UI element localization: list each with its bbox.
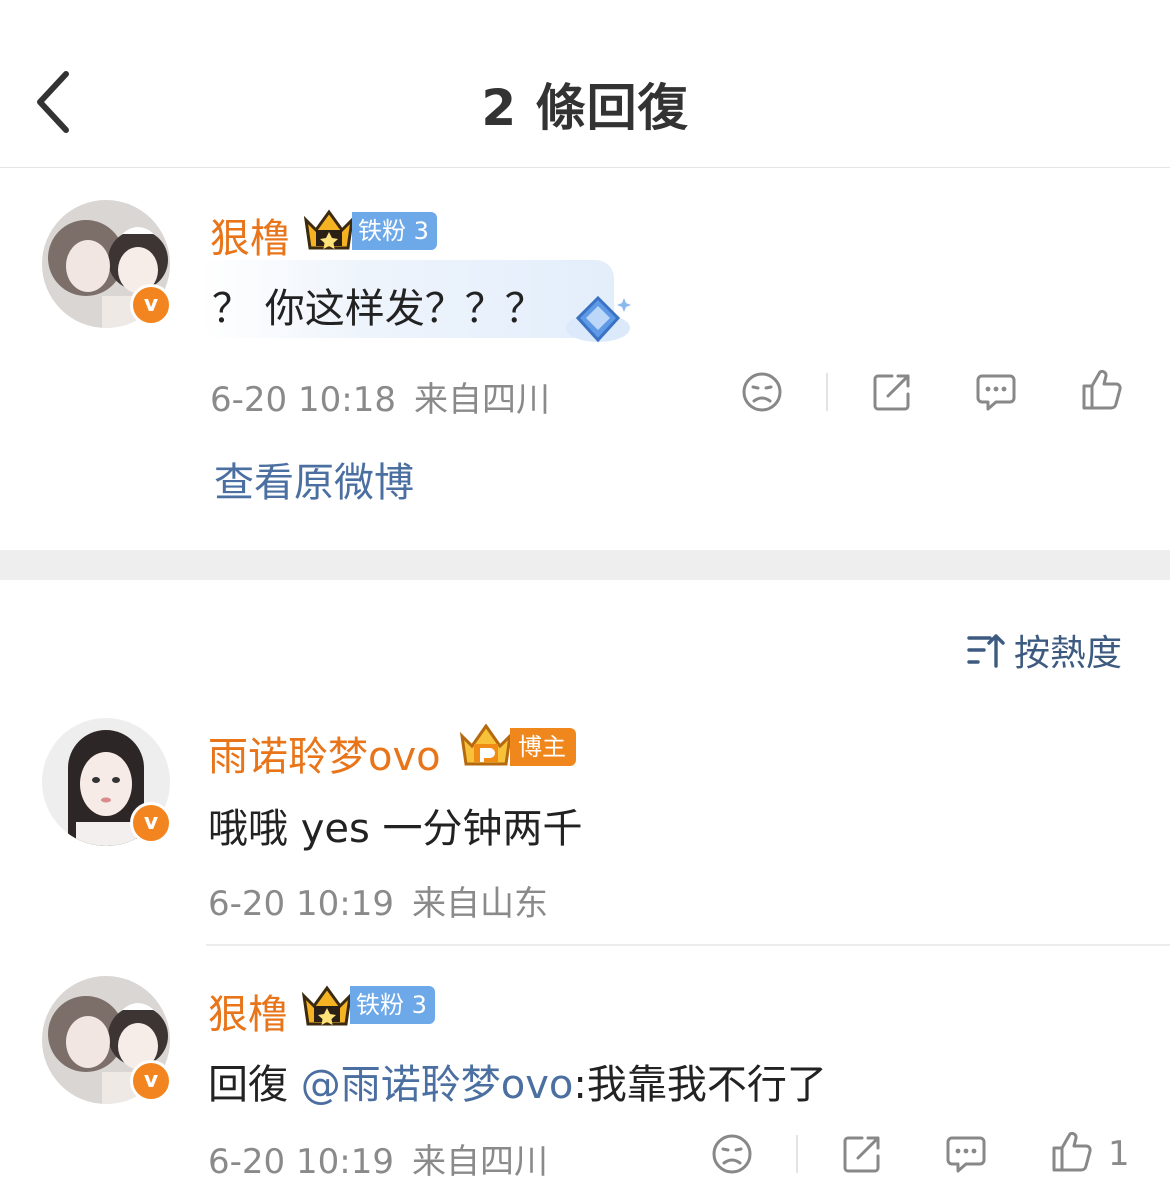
username[interactable]: 狠橹	[208, 982, 288, 1040]
username[interactable]: 狠橹	[210, 206, 290, 264]
section-divider	[0, 550, 1170, 580]
crown-icon	[458, 723, 514, 772]
comment-meta: 6-20 10:18 来自四川	[210, 372, 550, 421]
comment-bubble-icon[interactable]	[974, 370, 1018, 414]
action-divider	[796, 1135, 798, 1173]
share-icon[interactable]	[870, 370, 914, 414]
row-divider	[206, 944, 1170, 946]
thumbs-up-icon[interactable]	[1050, 1130, 1094, 1174]
comment-text: 哦哦 yes 一分钟两千	[208, 806, 583, 852]
reply-prefix: 回復	[208, 1062, 301, 1108]
comment-bubble-icon[interactable]	[944, 1132, 988, 1176]
comment-meta: 6-20 10:19 来自山东	[208, 876, 548, 925]
comment-time: 6-20 10:18	[210, 380, 396, 420]
sad-face-icon[interactable]	[710, 1132, 754, 1176]
sort-button[interactable]: 按熱度	[966, 624, 1122, 674]
verified-v-icon: v	[130, 1060, 172, 1102]
sort-label: 按熱度	[1014, 633, 1123, 674]
verified-v-icon: v	[130, 802, 172, 844]
action-divider	[826, 373, 828, 411]
comment-time: 6-20 10:19	[208, 1142, 394, 1182]
host-badge: 博主	[510, 728, 576, 766]
username[interactable]: 雨诺聆梦ovo	[208, 724, 441, 782]
comment-location: 来自四川	[411, 1142, 548, 1182]
comment-location: 来自山东	[411, 884, 548, 924]
comment-text: ？ 你这样发？？？	[212, 286, 545, 332]
comment-time: 6-20 10:19	[208, 884, 394, 924]
like-count: 1	[1108, 1134, 1130, 1174]
crown-icon	[302, 208, 356, 256]
share-icon[interactable]	[840, 1132, 884, 1176]
view-original-link[interactable]: 查看原微博	[214, 450, 414, 508]
reply-body: :我靠我不行了	[573, 1062, 827, 1108]
crown-icon	[300, 984, 354, 1032]
avatar[interactable]: v	[42, 718, 172, 846]
page-title: 2 條回復	[481, 79, 689, 137]
top-bar: 2 條回復	[0, 0, 1170, 168]
avatar[interactable]: v	[42, 200, 172, 328]
fan-level-badge: 铁粉 3	[350, 986, 435, 1024]
verified-v-icon: v	[130, 284, 172, 326]
mention-link[interactable]: @雨诺聆梦ovo	[301, 1062, 574, 1108]
sad-face-icon[interactable]	[740, 370, 784, 414]
comment-text: 回復 @雨诺聆梦ovo:我靠我不行了	[208, 1052, 827, 1110]
comment-location: 来自四川	[413, 380, 550, 420]
diamond-icon	[560, 294, 636, 354]
avatar[interactable]: v	[42, 976, 172, 1104]
fan-level-badge: 铁粉 3	[352, 212, 437, 250]
sort-icon	[967, 634, 1005, 668]
comment-meta: 6-20 10:19 来自四川	[208, 1134, 548, 1183]
thumbs-up-icon[interactable]	[1080, 368, 1124, 412]
